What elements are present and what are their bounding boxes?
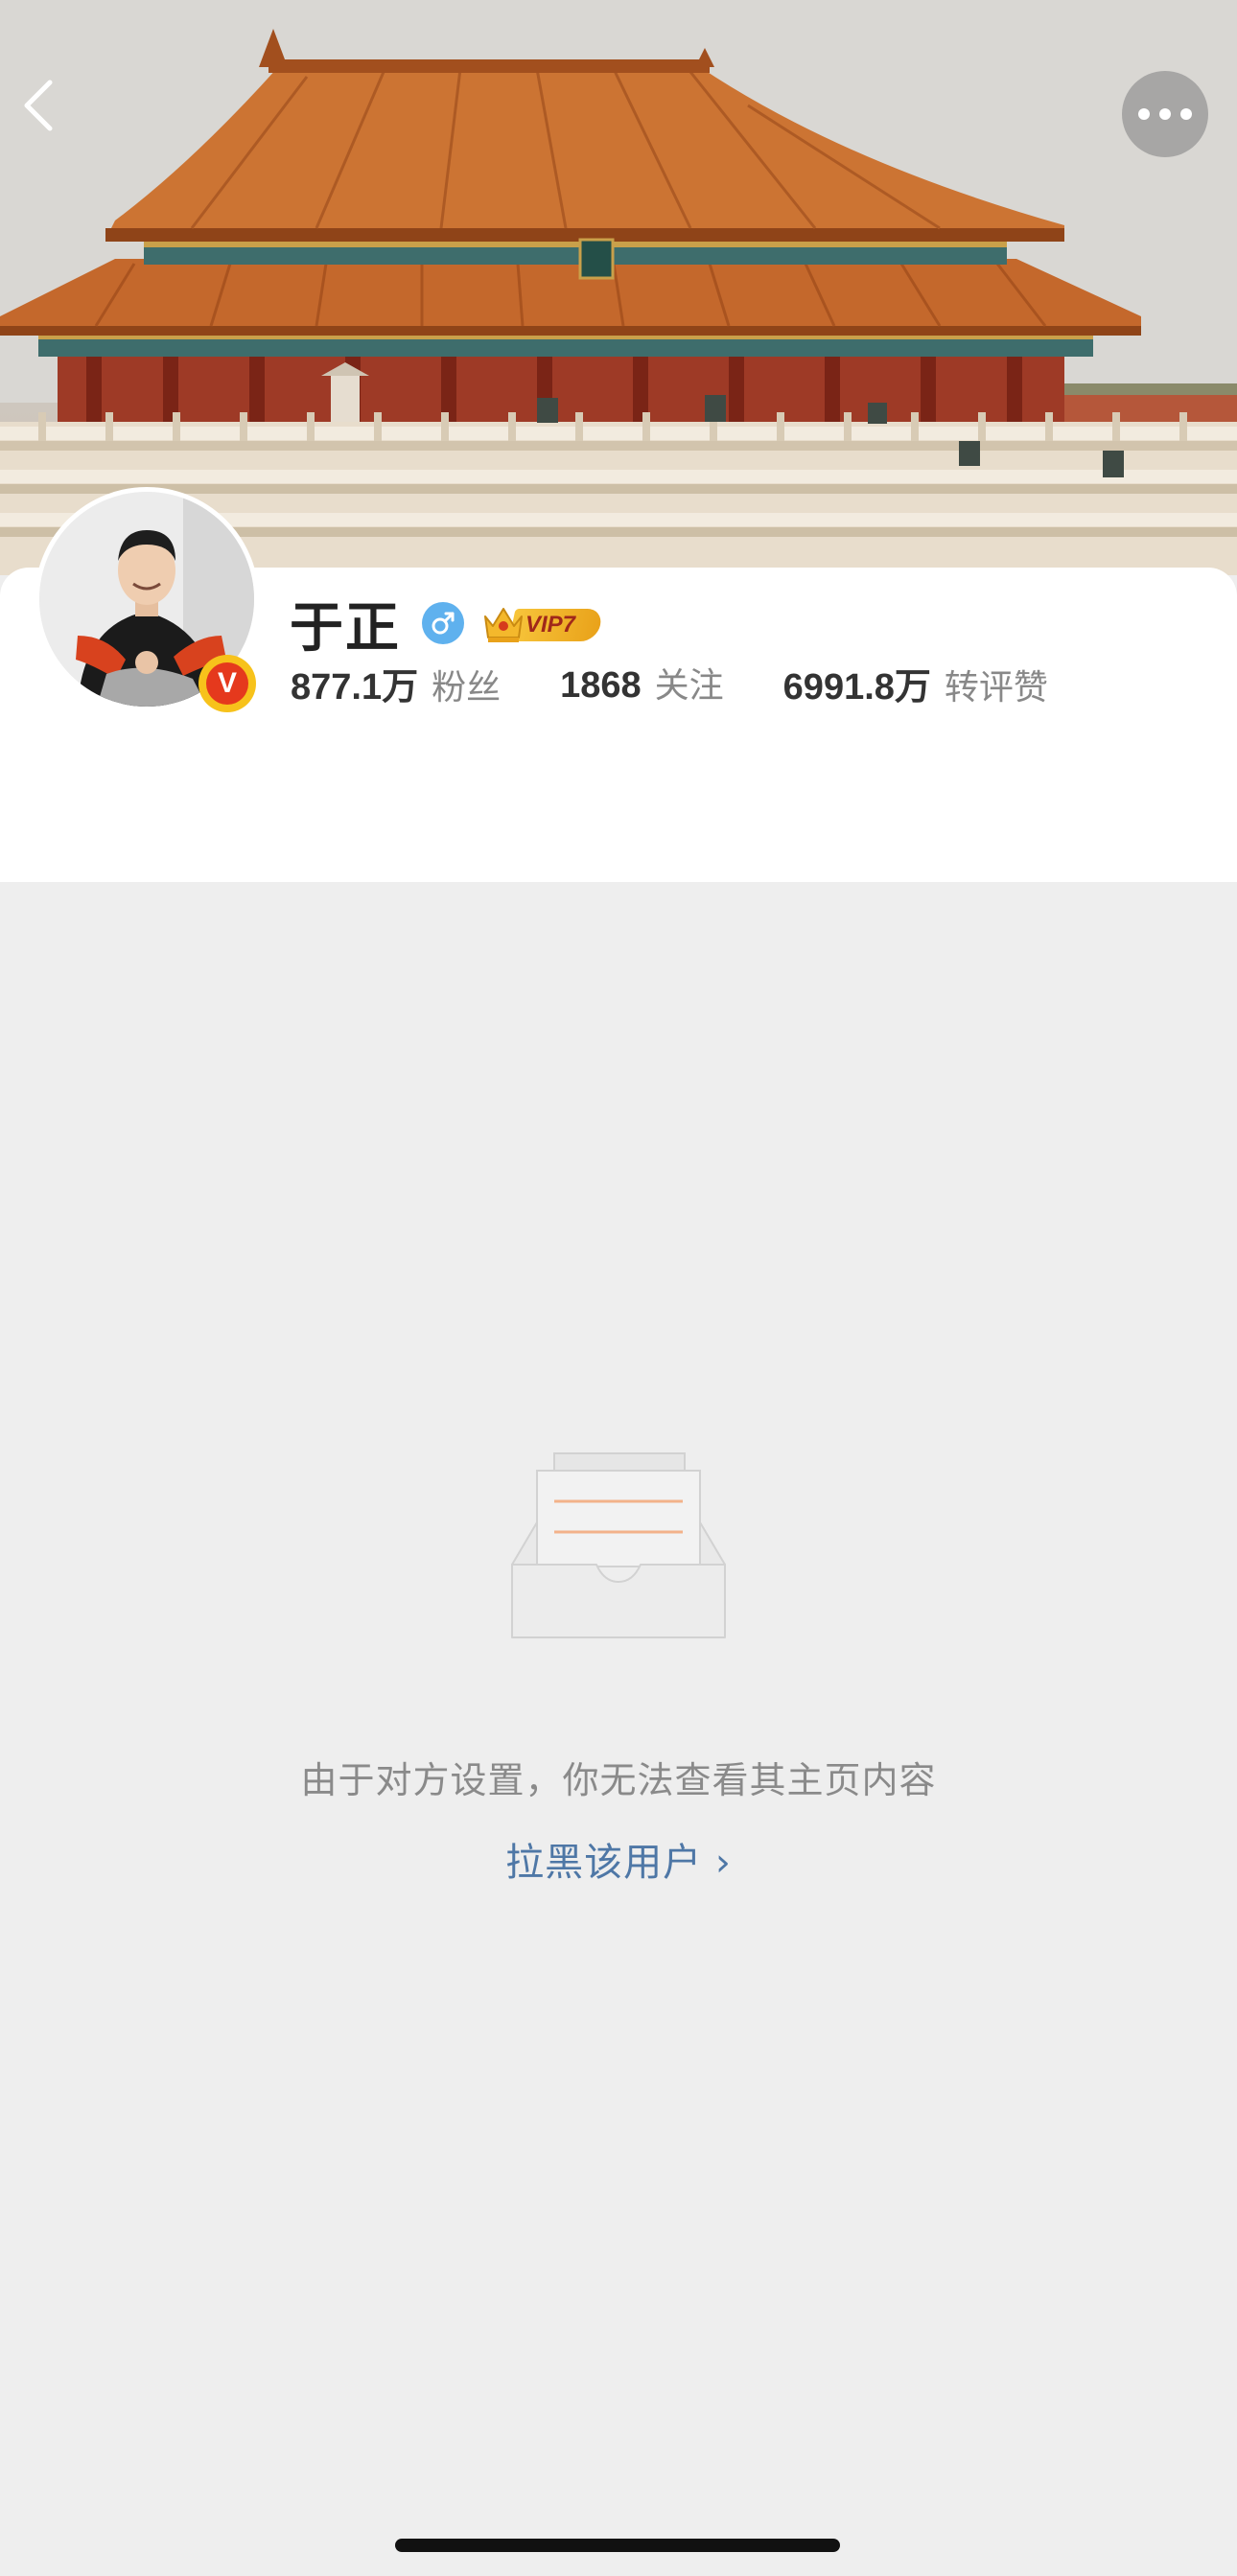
interactions-count: 6991.8万 — [782, 666, 931, 708]
following-stat[interactable]: 1868 关注 — [560, 658, 724, 708]
verified-badge: V — [198, 655, 256, 712]
followers-count: 877.1万 — [291, 666, 419, 708]
empty-inbox-icon — [508, 1450, 729, 1645]
crown-icon — [484, 608, 523, 642]
followers-label: 粉丝 — [432, 667, 502, 708]
name-row: 于正 VIP7 — [290, 585, 604, 661]
verified-mark: V — [206, 662, 248, 705]
following-count: 1868 — [560, 665, 642, 706]
profile-cover-image — [0, 0, 1237, 575]
user-name: 于正 — [290, 596, 401, 660]
ellipsis-icon — [1133, 108, 1197, 120]
followers-stat[interactable]: 877.1万 粉丝 — [291, 657, 501, 709]
back-button[interactable] — [19, 77, 86, 153]
chevron-left-icon — [24, 80, 53, 131]
profile-stats: 877.1万 粉丝 1868 关注 6991.8万 转评赞 — [291, 656, 1108, 709]
more-options-button[interactable] — [1122, 71, 1208, 157]
palace-illustration — [0, 0, 1237, 575]
block-user-link[interactable]: 拉黑该用户 › — [0, 1831, 1237, 1887]
male-icon — [422, 602, 464, 644]
interactions-stat[interactable]: 6991.8万 转评赞 — [783, 657, 1048, 709]
vip-label: VIP7 — [525, 612, 576, 638]
following-label: 关注 — [654, 666, 724, 706]
vip-badge[interactable]: VIP7 — [479, 599, 604, 647]
interactions-label: 转评赞 — [944, 667, 1048, 708]
home-indicator[interactable] — [395, 2539, 840, 2552]
restricted-message: 由于对方设置，你无法查看其主页内容 — [300, 1759, 937, 1801]
